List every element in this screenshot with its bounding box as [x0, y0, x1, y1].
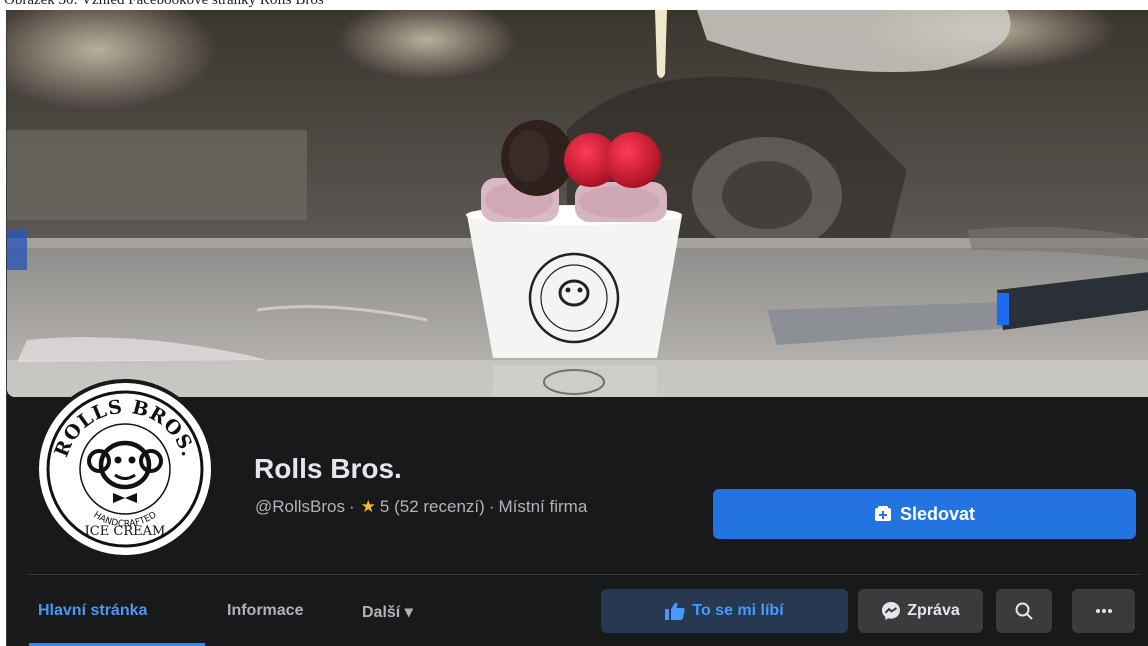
- page-handle: @RollsBros: [255, 497, 345, 516]
- follow-button[interactable]: Sledovat: [713, 489, 1136, 539]
- header-divider: [29, 574, 1139, 575]
- tab-more[interactable]: Další ▾: [362, 602, 413, 622]
- page-category[interactable]: Místní firma: [498, 497, 587, 517]
- like-label: To se mi líbí: [692, 602, 784, 619]
- meta-separator: ·: [349, 497, 355, 516]
- page-title: Rolls Bros.: [254, 453, 402, 484]
- tab-about[interactable]: Informace: [227, 602, 303, 620]
- like-button[interactable]: To se mi líbí: [601, 589, 848, 633]
- follow-icon: [874, 506, 891, 521]
- message-button[interactable]: Zpráva: [858, 589, 983, 633]
- figure-caption: Obrázek 30: Vzhled Facebookové stránky R…: [0, 0, 1148, 10]
- svg-text:ICE CREAM: ICE CREAM: [85, 524, 166, 539]
- cover-photo[interactable]: [7, 10, 1148, 397]
- message-label: Zpráva: [907, 602, 960, 619]
- cover-image: [7, 10, 1148, 397]
- search-icon: [1015, 602, 1033, 620]
- facebook-page: ROLLS BROS. HANDCRAFTED ICE CREAM Rolls …: [6, 10, 1148, 646]
- meta-separator: ·: [488, 497, 495, 516]
- more-button[interactable]: [1072, 589, 1135, 633]
- thumbs-up-icon: [665, 602, 685, 620]
- more-icon: [1095, 609, 1112, 613]
- page-rating[interactable]: 5 (52 recenzí): [380, 497, 485, 517]
- tab-home[interactable]: Hlavní stránka: [38, 602, 147, 620]
- messenger-icon: [882, 602, 901, 620]
- page-meta: @RollsBros · ★ 5 (52 recenzí) · Místní f…: [255, 497, 587, 517]
- rolls-bros-logo: ROLLS BROS. HANDCRAFTED ICE CREAM: [43, 387, 207, 551]
- star-icon: ★: [360, 497, 376, 516]
- profile-avatar[interactable]: ROLLS BROS. HANDCRAFTED ICE CREAM: [35, 379, 215, 559]
- search-button[interactable]: [996, 589, 1052, 633]
- follow-label: Sledovat: [899, 503, 976, 524]
